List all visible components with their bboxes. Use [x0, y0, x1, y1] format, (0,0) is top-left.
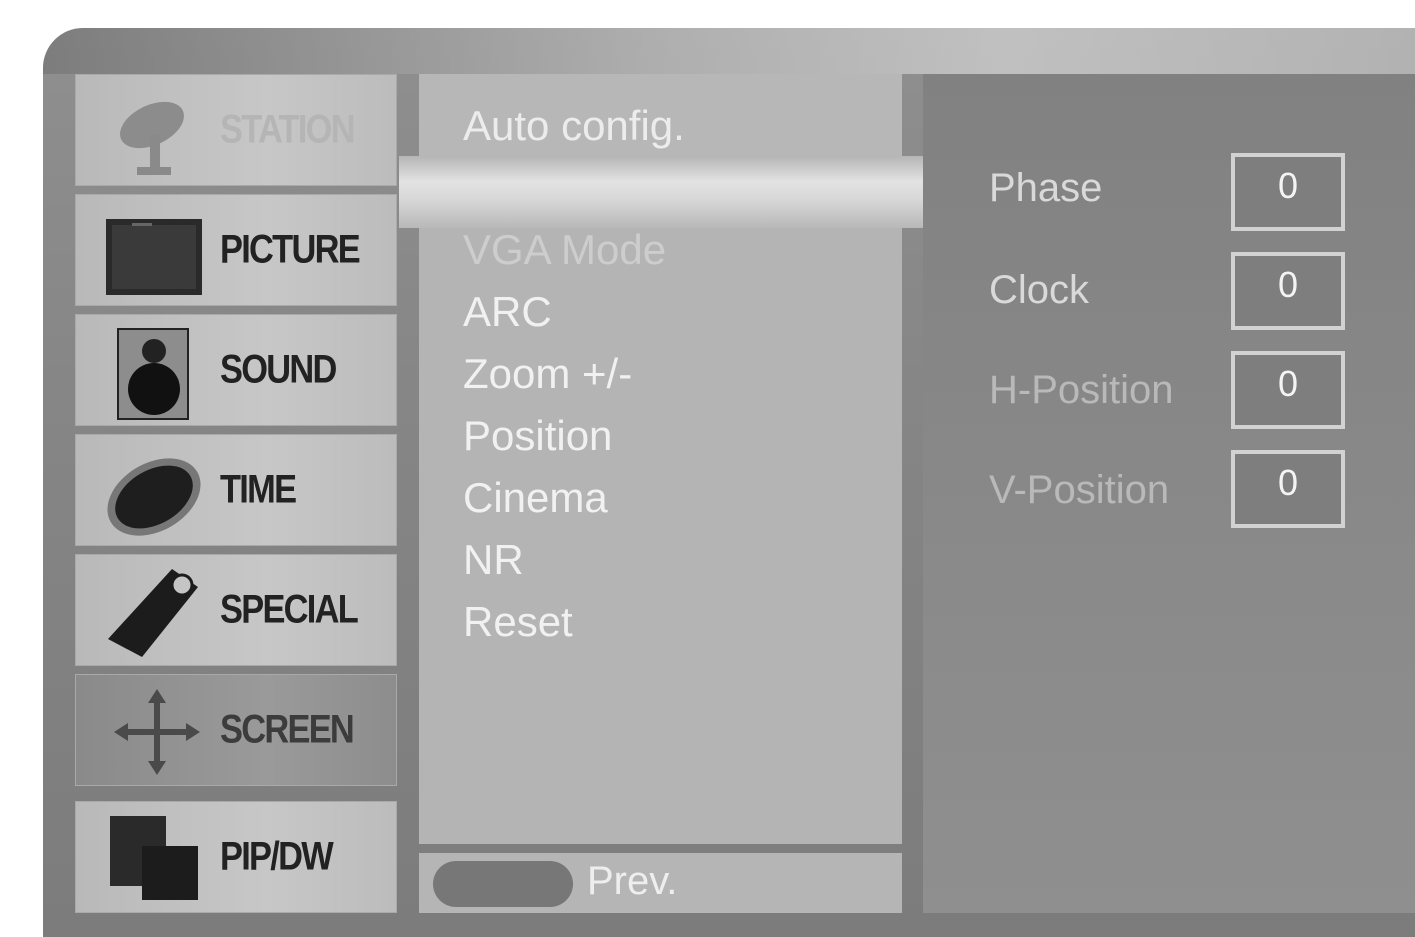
pip-windows-icon: [110, 816, 198, 900]
auto-config-panel: Phase 0 Clock 0 H-Position 0 V-Position …: [923, 74, 1415, 913]
satellite-dish-icon: [120, 101, 184, 175]
category-label: TIME: [220, 467, 297, 512]
setting-value-text: 0: [1277, 363, 1299, 404]
menu-item-auto-config[interactable]: Auto config.: [463, 102, 685, 150]
setting-label-phase: Phase: [989, 166, 1103, 210]
category-picture[interactable]: PICTURE: [75, 194, 397, 306]
tag-icon: [108, 569, 198, 657]
setting-value-clock[interactable]: 0: [1231, 252, 1345, 330]
category-special[interactable]: SPECIAL: [75, 554, 397, 666]
menu-item-cinema[interactable]: Cinema: [463, 474, 608, 522]
setting-value-v-position[interactable]: 0: [1231, 450, 1345, 528]
category-label: PICTURE: [220, 227, 361, 272]
tv-screen-icon: [106, 219, 202, 295]
setting-label-v-position: V-Position: [989, 468, 1170, 512]
menu-item-vga-mode[interactable]: VGA Mode: [463, 226, 666, 274]
category-label: SCREEN: [220, 707, 355, 752]
setting-label-clock: Clock: [989, 268, 1090, 312]
category-label: STATION: [220, 107, 356, 152]
screen-submenu: Auto config. VGA Mode ARC Zoom +/- Posit…: [399, 74, 934, 844]
category-screen[interactable]: SCREEN: [75, 674, 397, 786]
setting-value-text: 0: [1277, 264, 1299, 305]
setting-label-h-position: H-Position: [989, 368, 1174, 412]
category-label: PIP/DW: [220, 834, 334, 879]
setting-value-h-position[interactable]: 0: [1231, 351, 1345, 429]
setting-value-phase[interactable]: 0: [1231, 153, 1345, 231]
setting-value-text: 0: [1277, 462, 1299, 503]
category-label: SOUND: [220, 347, 337, 392]
selection-highlight: [399, 156, 934, 228]
category-sound[interactable]: SOUND: [75, 314, 397, 426]
speaker-icon: [117, 328, 189, 420]
clock-dial-icon: [107, 458, 201, 536]
menu-item-zoom[interactable]: Zoom +/-: [463, 350, 632, 398]
move-arrows-icon: [114, 689, 200, 775]
menu-item-arc[interactable]: ARC: [463, 288, 552, 336]
prev-button-key[interactable]: [433, 861, 573, 907]
category-station[interactable]: STATION: [75, 74, 397, 186]
category-pip-dw[interactable]: PIP/DW: [75, 801, 397, 913]
category-time[interactable]: TIME: [75, 434, 397, 546]
setting-value-text: 0: [1277, 165, 1299, 206]
osd-menu: STATION PICTURE SOUND TIME SPECIAL SCREE…: [43, 28, 1415, 937]
footer-bar: Prev.: [419, 853, 902, 913]
menu-item-nr[interactable]: NR: [463, 536, 524, 584]
category-label: SPECIAL: [220, 587, 359, 632]
menu-item-reset[interactable]: Reset: [463, 598, 573, 646]
prev-label: Prev.: [587, 859, 678, 903]
menu-item-position[interactable]: Position: [463, 412, 612, 460]
